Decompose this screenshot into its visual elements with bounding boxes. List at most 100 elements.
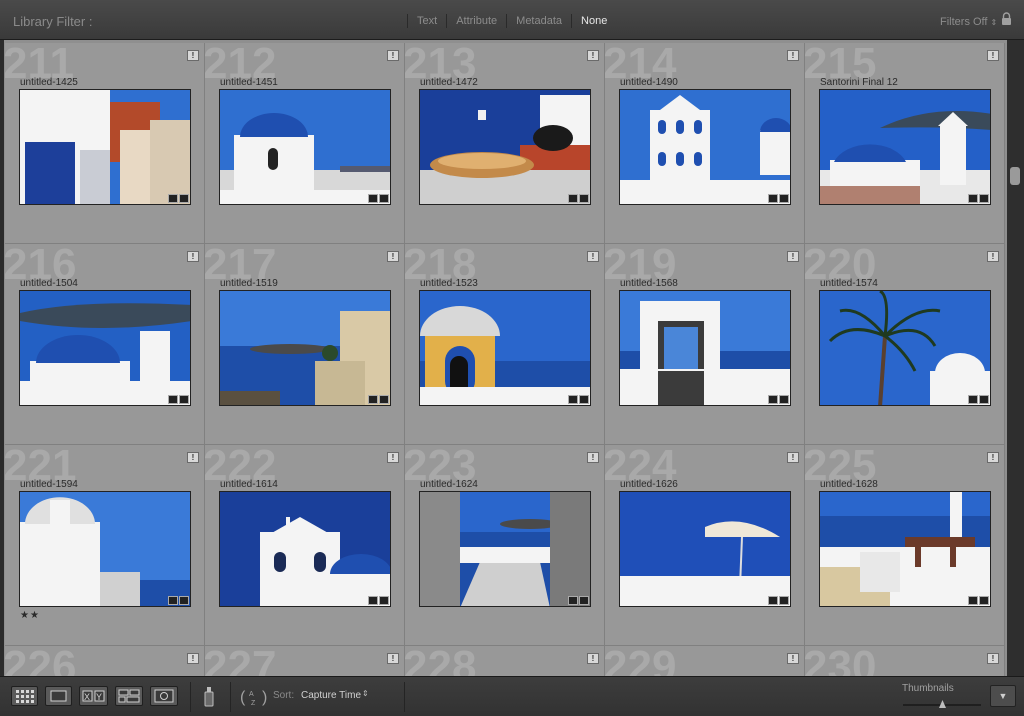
photo-thumbnail[interactable] bbox=[219, 290, 391, 406]
photo-cell[interactable]: 213! untitled-1472 bbox=[405, 43, 605, 244]
photo-thumbnail[interactable] bbox=[219, 491, 391, 607]
collection-badge-icon[interactable] bbox=[568, 395, 578, 404]
develop-badge-icon[interactable] bbox=[179, 194, 189, 203]
photo-cell[interactable]: 211! untitled-1425 bbox=[5, 43, 205, 244]
metadata-badge-icon[interactable]: ! bbox=[587, 251, 599, 262]
collection-badge-icon[interactable] bbox=[768, 596, 778, 605]
filter-tab-metadata[interactable]: Metadata bbox=[506, 14, 571, 28]
metadata-badge-icon[interactable]: ! bbox=[187, 50, 199, 61]
metadata-badge-icon[interactable]: ! bbox=[387, 452, 399, 463]
develop-badge-icon[interactable] bbox=[979, 596, 989, 605]
photo-thumbnail[interactable] bbox=[619, 491, 791, 607]
metadata-badge-icon[interactable]: ! bbox=[387, 50, 399, 61]
collection-badge-icon[interactable] bbox=[368, 596, 378, 605]
photo-cell[interactable]: 220! untitled-1574 bbox=[805, 244, 1005, 445]
collection-badge-icon[interactable] bbox=[568, 596, 578, 605]
metadata-badge-icon[interactable]: ! bbox=[787, 452, 799, 463]
develop-badge-icon[interactable] bbox=[179, 395, 189, 404]
photo-thumbnail[interactable] bbox=[19, 290, 191, 406]
photo-cell[interactable]: 222! untitled-1614 bbox=[205, 445, 405, 646]
metadata-badge-icon[interactable]: ! bbox=[187, 653, 199, 664]
loupe-view-button[interactable] bbox=[45, 686, 72, 706]
photo-cell[interactable]: 214! untitled-1490 bbox=[605, 43, 805, 244]
photo-thumbnail[interactable] bbox=[419, 491, 591, 607]
collection-badge-icon[interactable] bbox=[568, 194, 578, 203]
photo-thumbnail[interactable] bbox=[419, 290, 591, 406]
metadata-badge-icon[interactable]: ! bbox=[787, 251, 799, 262]
photo-cell[interactable]: 224! untitled-1626 bbox=[605, 445, 805, 646]
photo-thumbnail[interactable] bbox=[619, 290, 791, 406]
photo-cell[interactable]: 221! untitled-1594 ★★ bbox=[5, 445, 205, 646]
metadata-badge-icon[interactable]: ! bbox=[587, 452, 599, 463]
people-view-button[interactable] bbox=[150, 686, 178, 706]
photo-thumbnail[interactable] bbox=[19, 491, 191, 607]
metadata-badge-icon[interactable]: ! bbox=[587, 50, 599, 61]
compare-view-button[interactable]: XY bbox=[79, 686, 108, 706]
develop-badge-icon[interactable] bbox=[579, 596, 589, 605]
metadata-badge-icon[interactable]: ! bbox=[187, 452, 199, 463]
grid-view-button[interactable] bbox=[11, 686, 38, 706]
lock-icon[interactable] bbox=[1001, 12, 1012, 26]
photo-cell[interactable]: 219! untitled-1568 bbox=[605, 244, 805, 445]
toolbar-menu-button[interactable]: ▼ bbox=[990, 685, 1016, 707]
develop-badge-icon[interactable] bbox=[979, 194, 989, 203]
filter-tab-text[interactable]: Text bbox=[407, 14, 446, 28]
photo-cell[interactable]: 225! untitled-1628 bbox=[805, 445, 1005, 646]
metadata-badge-icon[interactable]: ! bbox=[987, 653, 999, 664]
photo-thumbnail[interactable] bbox=[19, 89, 191, 205]
painter-spray-icon[interactable] bbox=[202, 686, 216, 708]
filter-tab-attribute[interactable]: Attribute bbox=[446, 14, 506, 28]
develop-badge-icon[interactable] bbox=[779, 596, 789, 605]
metadata-badge-icon[interactable]: ! bbox=[787, 50, 799, 61]
photo-thumbnail[interactable] bbox=[819, 290, 991, 406]
photo-thumbnail[interactable] bbox=[819, 491, 991, 607]
photo-cell[interactable]: 227! bbox=[205, 646, 405, 676]
develop-badge-icon[interactable] bbox=[179, 596, 189, 605]
photo-cell[interactable]: 228! bbox=[405, 646, 605, 676]
develop-badge-icon[interactable] bbox=[379, 395, 389, 404]
sort-dropdown[interactable]: Capture Time bbox=[301, 690, 361, 701]
survey-view-button[interactable] bbox=[115, 686, 143, 706]
metadata-badge-icon[interactable]: ! bbox=[987, 452, 999, 463]
collection-badge-icon[interactable] bbox=[168, 395, 178, 404]
photo-thumbnail[interactable] bbox=[819, 89, 991, 205]
collection-badge-icon[interactable] bbox=[368, 194, 378, 203]
develop-badge-icon[interactable] bbox=[779, 395, 789, 404]
collection-badge-icon[interactable] bbox=[768, 194, 778, 203]
metadata-badge-icon[interactable]: ! bbox=[187, 251, 199, 262]
collection-badge-icon[interactable] bbox=[168, 194, 178, 203]
filters-preset-dropdown[interactable]: Filters Off ⇕ bbox=[940, 16, 997, 28]
filter-tab-none[interactable]: None bbox=[571, 14, 616, 28]
photo-cell[interactable]: 218! untitled-1523 bbox=[405, 244, 605, 445]
photo-thumbnail[interactable] bbox=[419, 89, 591, 205]
photo-cell[interactable]: 217! untitled-1519 bbox=[205, 244, 405, 445]
collection-badge-icon[interactable] bbox=[768, 395, 778, 404]
metadata-badge-icon[interactable]: ! bbox=[387, 251, 399, 262]
photo-cell[interactable]: 230! bbox=[805, 646, 1005, 676]
photo-cell[interactable]: 215! Santorini Final 12 bbox=[805, 43, 1005, 244]
metadata-badge-icon[interactable]: ! bbox=[787, 653, 799, 664]
metadata-badge-icon[interactable]: ! bbox=[587, 653, 599, 664]
photo-thumbnail[interactable] bbox=[219, 89, 391, 205]
collection-badge-icon[interactable] bbox=[968, 596, 978, 605]
collection-badge-icon[interactable] bbox=[968, 395, 978, 404]
collection-badge-icon[interactable] bbox=[968, 194, 978, 203]
photo-thumbnail[interactable] bbox=[619, 89, 791, 205]
grid-scrollbar[interactable] bbox=[1007, 40, 1024, 676]
collection-badge-icon[interactable] bbox=[168, 596, 178, 605]
scrollbar-thumb[interactable] bbox=[1010, 167, 1020, 185]
develop-badge-icon[interactable] bbox=[979, 395, 989, 404]
collection-badge-icon[interactable] bbox=[368, 395, 378, 404]
metadata-badge-icon[interactable]: ! bbox=[987, 50, 999, 61]
star-rating[interactable]: ★★ bbox=[20, 610, 40, 621]
develop-badge-icon[interactable] bbox=[579, 395, 589, 404]
sort-direction-icon[interactable]: ( ) A Z bbox=[240, 685, 268, 709]
develop-badge-icon[interactable] bbox=[379, 194, 389, 203]
photo-cell[interactable]: 229! bbox=[605, 646, 805, 676]
photo-cell[interactable]: 212! untitled-1451 bbox=[205, 43, 405, 244]
photo-cell[interactable]: 223! untitled-1624 bbox=[405, 445, 605, 646]
photo-cell[interactable]: 216! untitled-1504 bbox=[5, 244, 205, 445]
photo-cell[interactable]: 226! bbox=[5, 646, 205, 676]
metadata-badge-icon[interactable]: ! bbox=[387, 653, 399, 664]
develop-badge-icon[interactable] bbox=[379, 596, 389, 605]
